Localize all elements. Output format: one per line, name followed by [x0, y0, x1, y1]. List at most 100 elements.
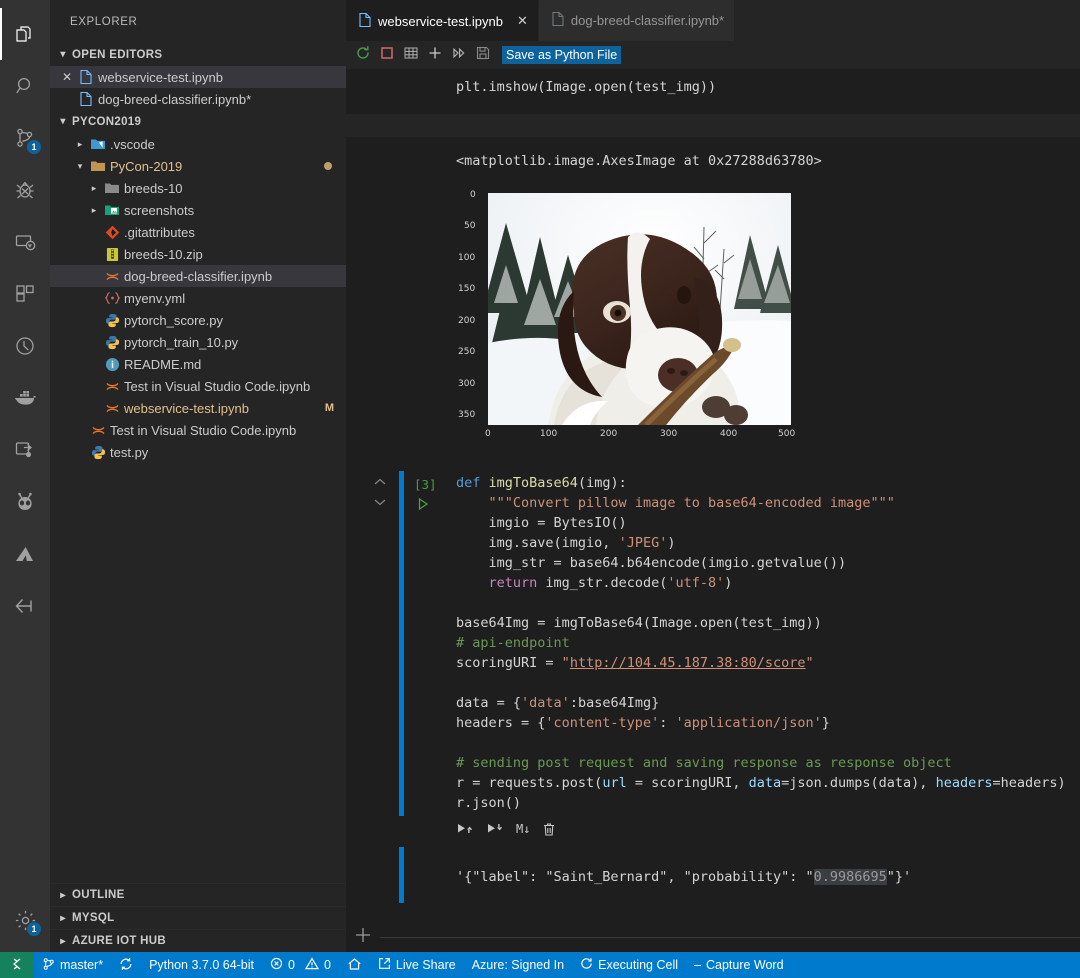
status-live-share[interactable]: Live Share: [370, 952, 464, 978]
add-cell-button[interactable]: [424, 44, 446, 66]
notebook-cell-3[interactable]: [3] def imgToBase64(img): """Convert pil…: [346, 471, 1080, 843]
tree-item-label: .gitattributes: [124, 224, 195, 240]
status-python-interpreter[interactable]: Python 3.7.0 64-bit: [141, 952, 262, 978]
live-share-status-icon: [378, 957, 391, 973]
close-icon[interactable]: ✕: [517, 13, 528, 29]
tabs-filler: [735, 0, 1080, 41]
activity-extensions[interactable]: [0, 268, 50, 320]
code-token: headers: [935, 775, 993, 791]
tree-item-vscode-folder[interactable]: ▸ .vscode: [50, 133, 346, 155]
cell-move-controls[interactable]: [373, 474, 387, 512]
cell-code-area[interactable]: plt.imshow(Image.open(test_img)): [456, 69, 1080, 114]
tree-item-readme-md[interactable]: README.md: [50, 353, 346, 375]
status-remote-button[interactable]: [0, 952, 34, 978]
code-token: """Convert pillow image to base64-encode…: [488, 495, 895, 511]
tree-item-breeds-10-zip[interactable]: breeds-10.zip: [50, 243, 346, 265]
change-to-markdown-button[interactable]: M↓: [516, 819, 530, 839]
folder-open-icon: [88, 159, 108, 173]
restart-kernel-button[interactable]: [352, 44, 374, 66]
section-outline[interactable]: ▸ OUTLINE: [50, 883, 346, 906]
y-tick-0: 0: [470, 190, 476, 200]
activity-test[interactable]: [0, 320, 50, 372]
tree-item-label: Test in Visual Studio Code.ipynb: [124, 378, 311, 394]
status-sync[interactable]: [111, 952, 141, 978]
tree-item-myenv-yml[interactable]: myenv.yml: [50, 287, 346, 309]
status-azure-account[interactable]: Azure: Signed In: [464, 952, 572, 978]
tree-item-gitattributes[interactable]: .gitattributes: [50, 221, 346, 243]
code-editor[interactable]: def imgToBase64(img): """Convert pillow …: [456, 471, 1080, 813]
open-editor-item-dog-breed-classifier[interactable]: dog-breed-classifier.ipynb*: [50, 88, 346, 110]
editor-tabs: webservice-test.ipynb ✕ dog-breed-classi…: [346, 0, 1080, 41]
tree-item-pycon-2019-folder[interactable]: ▾ PyCon-2019: [50, 155, 346, 177]
save-as-python-file-button[interactable]: [472, 44, 494, 66]
chevron-right-icon[interactable]: ▸: [86, 183, 102, 194]
code-token: scoringURI =: [456, 655, 562, 671]
section-mysql[interactable]: ▸ MYSQL: [50, 906, 346, 929]
add-cell-plus-button[interactable]: [346, 926, 380, 949]
status-home[interactable]: [339, 952, 370, 978]
tree-item-root-test-in-vscode-ipynb[interactable]: Test in Visual Studio Code.ipynb: [50, 419, 346, 441]
activity-manage-settings[interactable]: 1: [0, 894, 50, 946]
tree-item-dog-breed-classifier[interactable]: dog-breed-classifier.ipynb: [50, 265, 346, 287]
status-problems[interactable]: 0 0: [262, 952, 339, 978]
debug-icon: [13, 178, 37, 202]
activity-azure[interactable]: [0, 528, 50, 580]
tree-item-webservice-test-ipynb[interactable]: webservice-test.ipynb M: [50, 397, 346, 419]
activity-arduino[interactable]: [0, 580, 50, 632]
activity-platformio[interactable]: [0, 476, 50, 528]
close-icon[interactable]: ✕: [58, 70, 76, 84]
tree-item-test-py[interactable]: test.py: [50, 441, 346, 463]
cell-3-code[interactable]: def imgToBase64(img): """Convert pillow …: [456, 471, 1080, 843]
section-project-pycon2019[interactable]: ▾ PYCON2019: [50, 110, 346, 133]
plus-icon: [354, 926, 372, 949]
activity-remote-explorer[interactable]: [0, 216, 50, 268]
python-icon: [88, 445, 108, 460]
open-editors-list: ✕ webservice-test.ipynb dog-breed-classi…: [50, 66, 346, 110]
notebook-cell-3-output[interactable]: '{"label": "Saint_Bernard", "probability…: [346, 843, 1080, 903]
chevron-right-icon[interactable]: ▸: [86, 205, 102, 216]
chevron-right-icon: ▸: [60, 935, 66, 947]
variables-button[interactable]: [400, 44, 422, 66]
tree-item-screenshots-folder[interactable]: ▸ screenshots: [50, 199, 346, 221]
open-editor-item-webservice-test[interactable]: ✕ webservice-test.ipynb: [50, 66, 346, 88]
chevron-right-icon[interactable]: ▸: [72, 139, 88, 150]
section-open-editors[interactable]: ▾ OPEN EDITORS: [50, 43, 346, 66]
activity-debug[interactable]: [0, 164, 50, 216]
folder-vscode-icon: [88, 137, 108, 151]
chevron-down-icon[interactable]: ▾: [72, 161, 88, 172]
tab-dog-breed-classifier[interactable]: dog-breed-classifier.ipynb*: [538, 0, 736, 41]
notebook-cell-previous-output[interactable]: <matplotlib.image.AxesImage at 0x27288d6…: [346, 137, 1080, 453]
add-cell-footer[interactable]: [346, 922, 1080, 952]
tree-item-pytorch-score-py[interactable]: pytorch_score.py: [50, 309, 346, 331]
run-all-cells-button[interactable]: [448, 44, 470, 66]
tree-item-breeds-10-folder[interactable]: ▸ breeds-10: [50, 177, 346, 199]
tree-item-test-in-vscode-ipynb[interactable]: Test in Visual Studio Code.ipynb: [50, 375, 346, 397]
run-above-button[interactable]: [456, 822, 474, 836]
chevron-down-icon[interactable]: [373, 494, 387, 512]
code-line: r = requests.post(url = scoringURI, data…: [456, 773, 1080, 793]
run-cell-button[interactable]: [416, 497, 430, 516]
interrupt-kernel-button[interactable]: [376, 44, 398, 66]
notebook-scroll-area[interactable]: plt.imshow(Image.open(test_img)) <matplo…: [346, 69, 1080, 952]
code-token: 'content-type': [545, 715, 660, 731]
activity-docker[interactable]: [0, 372, 50, 424]
tree-item-pytorch-train-10-py[interactable]: pytorch_train_10.py: [50, 331, 346, 353]
code-token: return: [488, 575, 538, 591]
open-editor-label: dog-breed-classifier.ipynb*: [98, 91, 252, 107]
activity-source-control[interactable]: 1: [0, 112, 50, 164]
status-capture-word[interactable]: – Capture Word: [686, 952, 792, 978]
run-below-button[interactable]: [486, 822, 504, 836]
section-azure-iot-hub[interactable]: ▸ AZURE IOT HUB: [50, 929, 346, 952]
tab-webservice-test[interactable]: webservice-test.ipynb ✕: [346, 0, 539, 41]
activity-live-share[interactable]: [0, 424, 50, 476]
output-selected-value[interactable]: 0.9986695: [813, 869, 887, 885]
status-executing-cell[interactable]: Executing Cell: [572, 952, 686, 978]
activity-search[interactable]: [0, 60, 50, 112]
activity-explorer[interactable]: [0, 8, 50, 60]
status-branch[interactable]: master*: [34, 952, 111, 978]
code-token: }: [821, 715, 830, 731]
delete-cell-button[interactable]: [542, 822, 556, 837]
notebook-cell-previous[interactable]: plt.imshow(Image.open(test_img)): [346, 69, 1080, 114]
chevron-up-icon[interactable]: [373, 474, 387, 492]
